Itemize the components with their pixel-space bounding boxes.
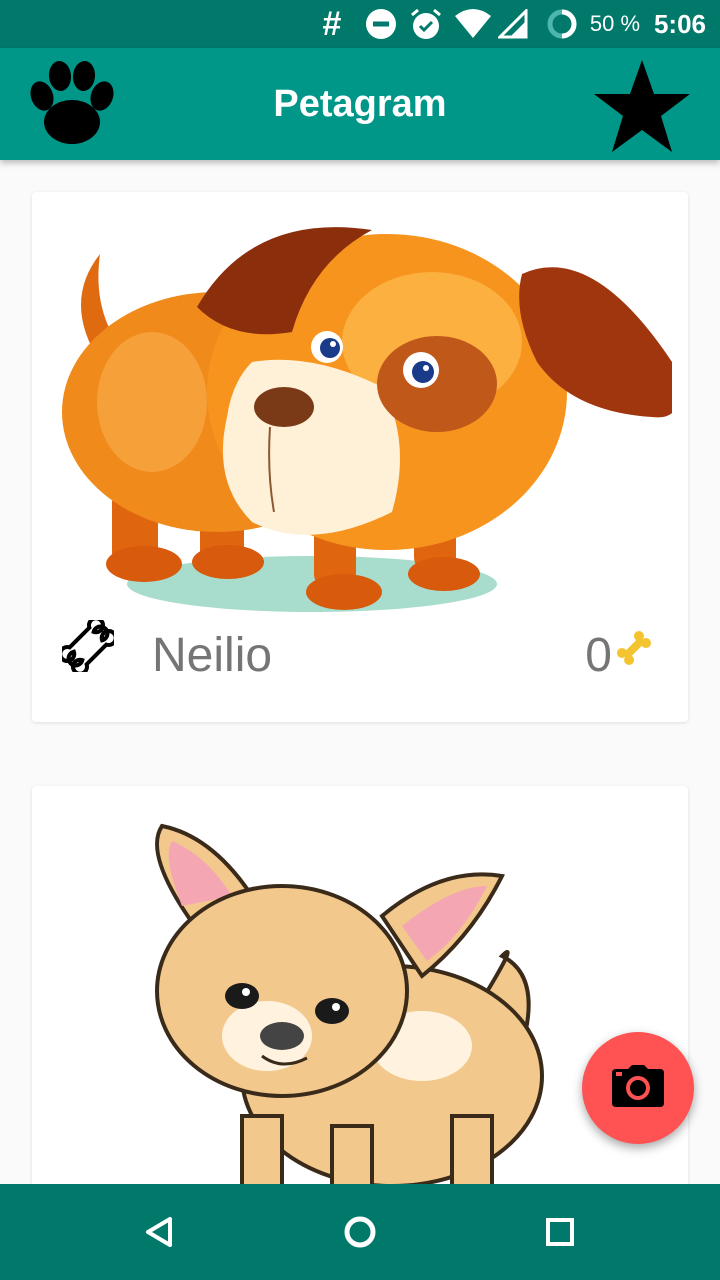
app-bar: Petagram [0, 48, 720, 160]
like-count: 0 [585, 629, 612, 682]
star-icon[interactable] [590, 56, 694, 156]
camera-fab[interactable] [582, 1032, 694, 1144]
recents-icon[interactable] [520, 1202, 600, 1262]
dnd-icon [362, 0, 400, 48]
wifi-icon [452, 0, 494, 48]
camera-icon [612, 1064, 664, 1112]
app-title: Petagram [273, 82, 447, 125]
battery-percent: 50 % [589, 11, 641, 36]
home-icon[interactable] [320, 1202, 400, 1262]
orange-puppy-image [52, 212, 679, 627]
notification-hash-icon: # [322, 4, 342, 43]
pet-name: Neilio [152, 629, 273, 682]
signal-icon [496, 0, 530, 48]
pet-card[interactable]: Neilio 0 [32, 192, 688, 722]
golden-bone-icon [612, 626, 656, 670]
back-icon[interactable] [120, 1202, 200, 1262]
system-nav-bar [0, 1184, 720, 1280]
paw-icon[interactable] [24, 60, 120, 150]
pet-card[interactable] [32, 786, 688, 1206]
screen: # 50 % 5:06 Petagram Neilio 0 [0, 0, 720, 1280]
clock: 5:06 [653, 8, 707, 39]
alarm-icon [406, 0, 446, 48]
bone-outline-icon[interactable] [58, 616, 118, 676]
battery-ring-icon [544, 0, 580, 48]
status-bar: # 50 % 5:06 [0, 0, 720, 48]
chihuahua-image [142, 816, 582, 1201]
